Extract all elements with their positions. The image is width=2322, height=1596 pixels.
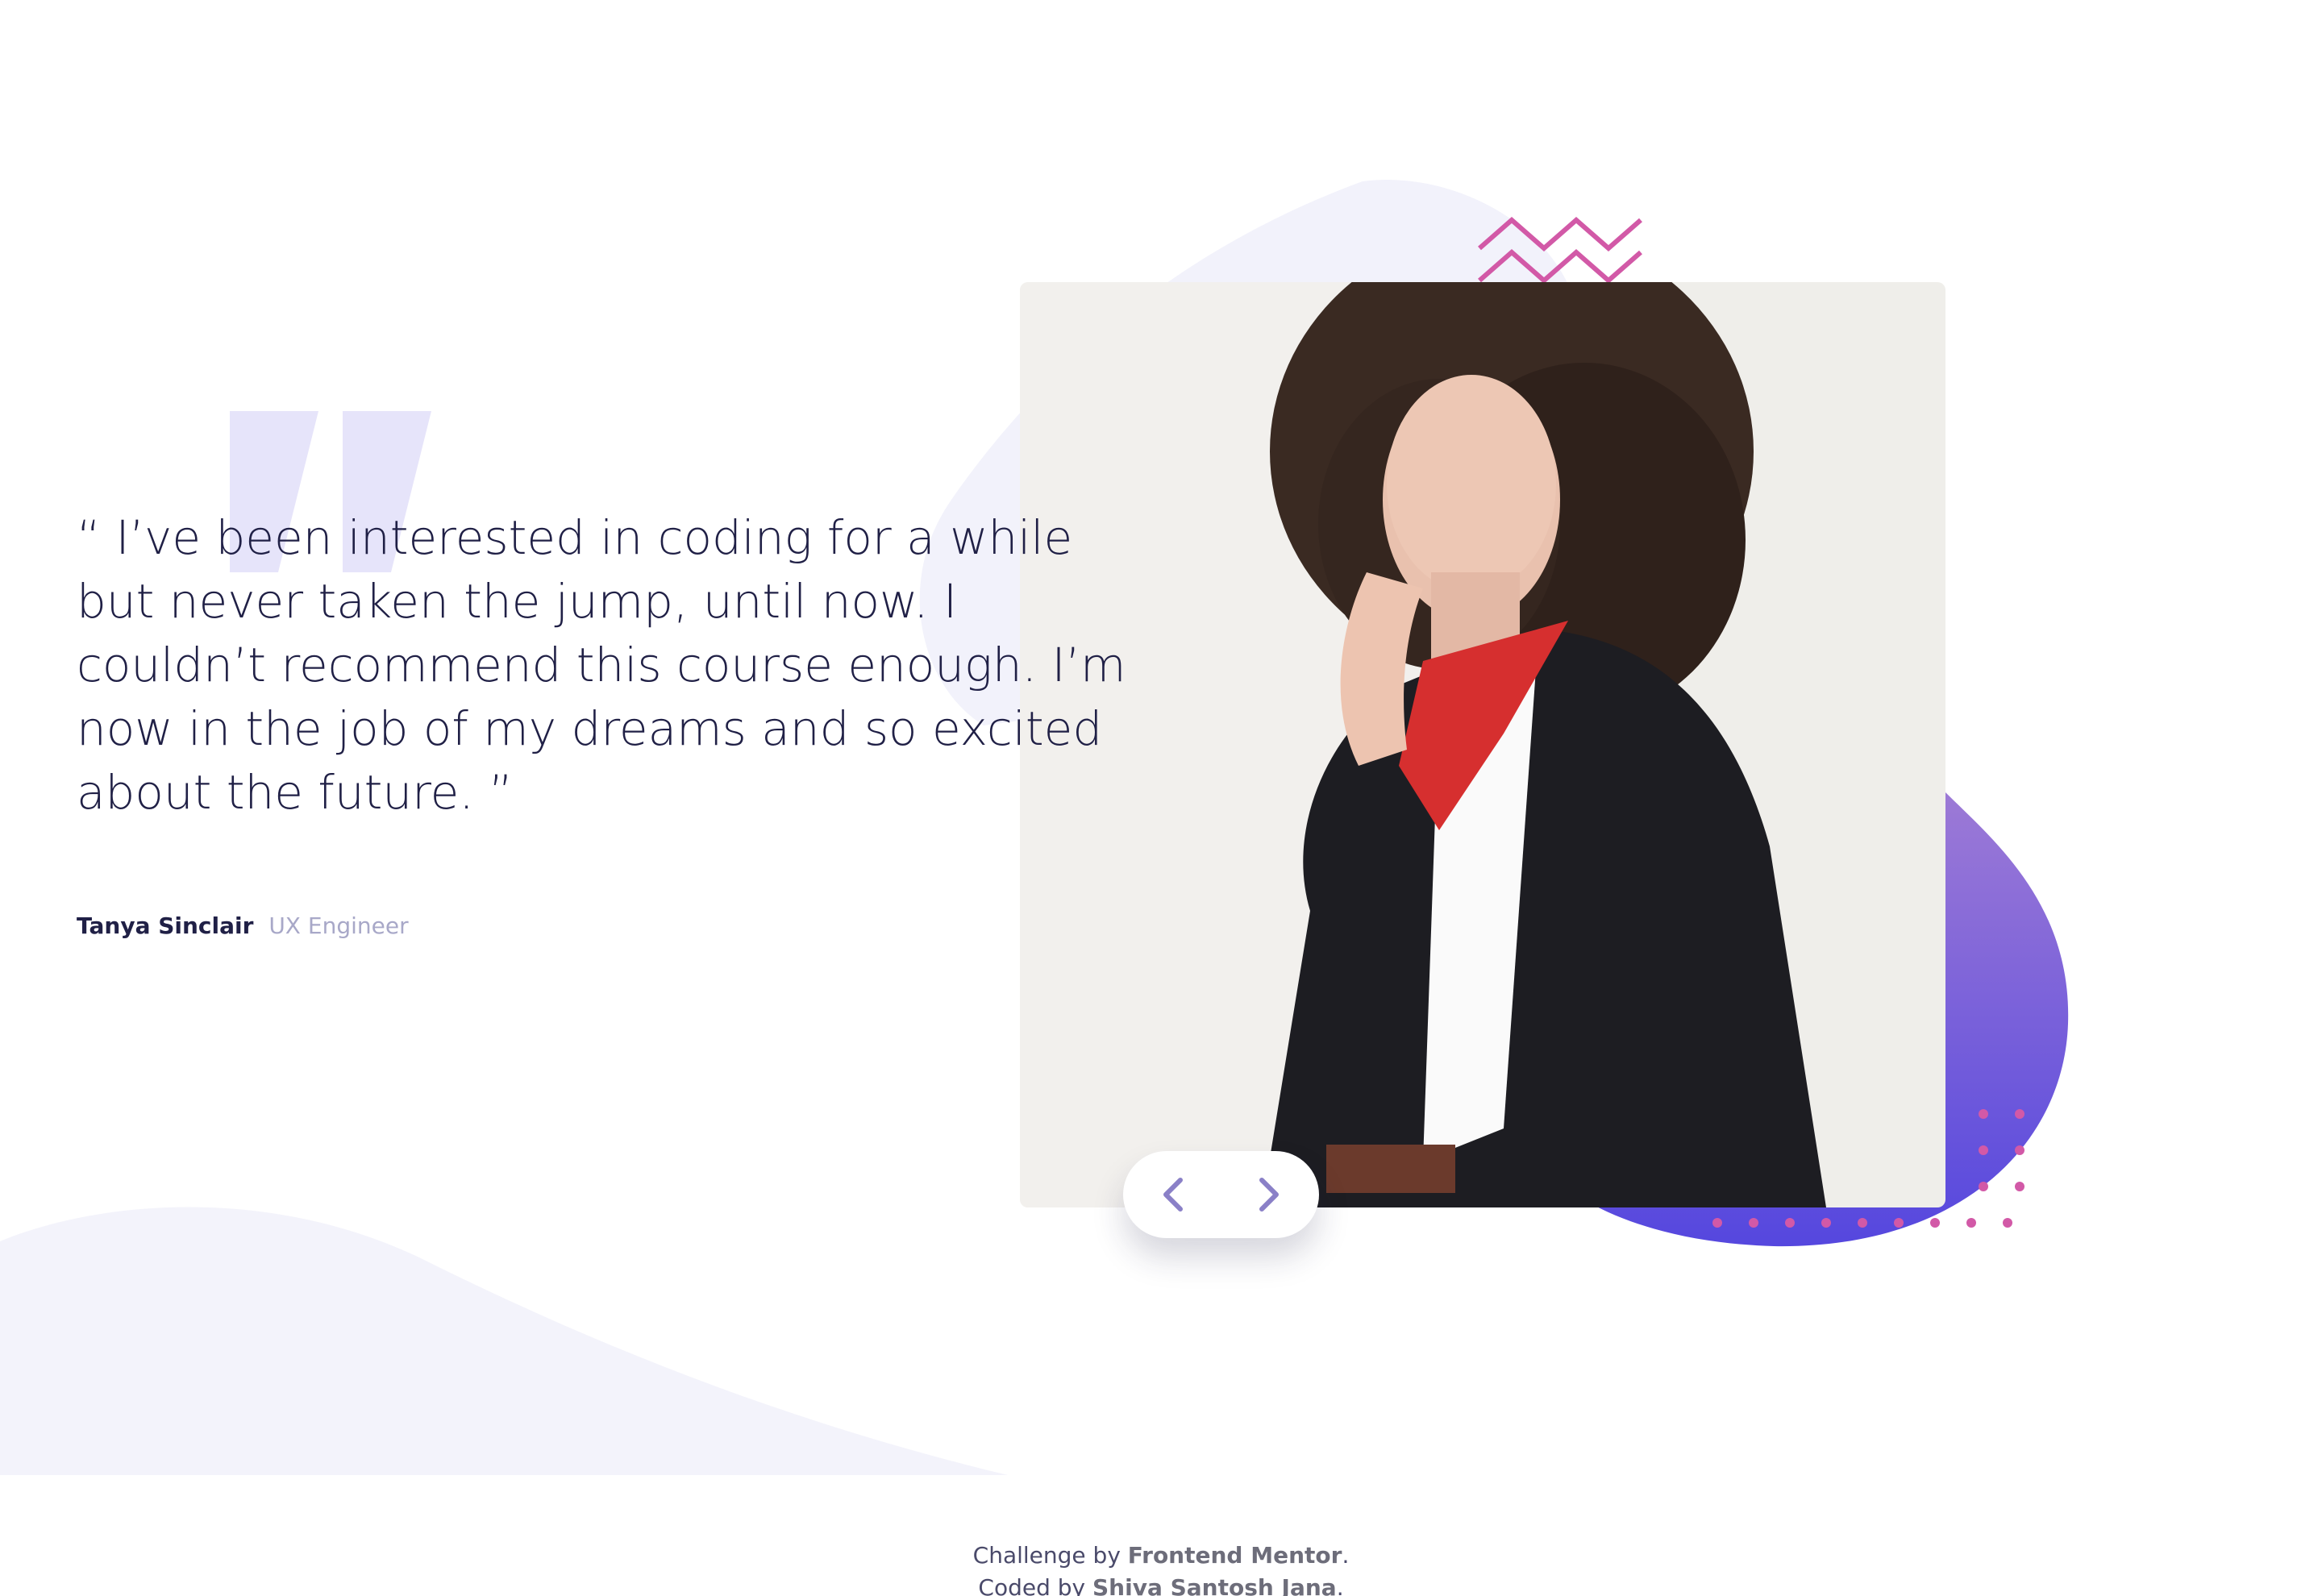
testimonial: “ I’ve been interested in coding for a w… xyxy=(77,506,1173,941)
footer-coded-prefix: Coded by xyxy=(978,1574,1092,1596)
frontend-mentor-link[interactable]: Frontend Mentor xyxy=(1128,1542,1342,1569)
footer-line-1: Challenge by Frontend Mentor. xyxy=(0,1540,2322,1572)
footer: Challenge by Frontend Mentor. Coded by S… xyxy=(0,1540,2322,1596)
footer-challenge-suffix: . xyxy=(1342,1542,1350,1569)
page: “ I’ve been interested in coding for a w… xyxy=(0,0,2322,1596)
author: Tanya Sinclair UX Engineer xyxy=(77,912,1173,941)
background-curve xyxy=(0,1207,1008,1475)
author-link[interactable]: Shiva Santosh Jana xyxy=(1092,1574,1337,1596)
author-name: Tanya Sinclair xyxy=(77,912,254,939)
author-role: UX Engineer xyxy=(268,912,409,939)
zigzag-pattern xyxy=(1478,217,1642,284)
footer-challenge-prefix: Challenge by xyxy=(972,1542,1128,1569)
footer-line-2: Coded by Shiva Santosh Jana. xyxy=(0,1572,2322,1596)
previous-button[interactable] xyxy=(1136,1158,1209,1231)
footer-coded-suffix: . xyxy=(1336,1574,1344,1596)
next-button[interactable] xyxy=(1234,1158,1306,1231)
chevron-left-icon xyxy=(1163,1178,1183,1212)
chevron-right-icon xyxy=(1259,1178,1280,1212)
testimonial-quote: “ I’ve been interested in coding for a w… xyxy=(77,510,1126,820)
slider-navigation xyxy=(1123,1151,1319,1238)
